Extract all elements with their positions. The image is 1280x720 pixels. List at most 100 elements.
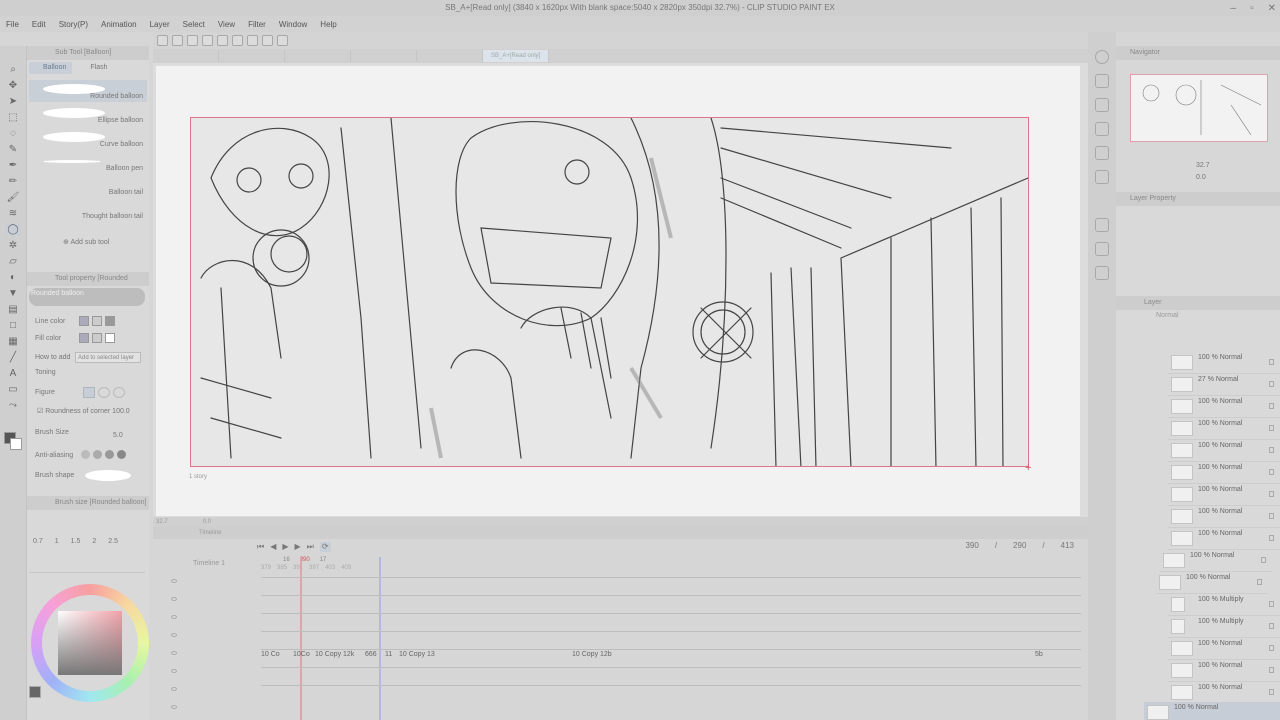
current-frame[interactable]: 390 [965, 541, 978, 550]
maximize-icon[interactable]: ▫ [1250, 3, 1254, 14]
material-icon[interactable] [1095, 98, 1109, 112]
aa-medium-icon[interactable] [105, 450, 114, 459]
save-icon[interactable] [187, 35, 198, 46]
layer-row-selected[interactable]: 100 % Normal [1144, 702, 1280, 720]
decoration-tool-icon[interactable]: ✲ [6, 240, 20, 251]
layer-row[interactable]: 100 % Normal [1168, 528, 1280, 550]
balloon2-tool-icon[interactable]: ▭ [6, 384, 20, 395]
lock-icon[interactable] [1269, 535, 1274, 541]
material-icon[interactable] [1095, 218, 1109, 232]
color-wheel[interactable] [31, 584, 149, 702]
layer-row[interactable]: 27 % Normal [1168, 374, 1280, 396]
transform-icon[interactable] [247, 35, 258, 46]
subtool-balloon-tail[interactable]: Balloon tail [29, 176, 147, 198]
subtool-ellipse-balloon[interactable]: Ellipse balloon [29, 104, 147, 126]
loop-icon[interactable]: ⟳ [319, 542, 331, 552]
selection-tool-icon[interactable]: ⬚ [6, 112, 20, 123]
line-color-sub-swatch[interactable] [92, 316, 102, 326]
navigator-preview[interactable] [1130, 74, 1268, 142]
lock-icon[interactable] [1269, 645, 1274, 651]
menu-help[interactable]: Help [320, 20, 336, 29]
menu-window[interactable]: Window [279, 20, 307, 29]
operation-tool-icon[interactable]: ➤ [6, 96, 20, 107]
how-to-add-select[interactable]: Add to selected layer [75, 352, 141, 363]
menu-edit[interactable]: Edit [32, 20, 46, 29]
lock-icon[interactable] [1257, 579, 1262, 585]
timeline-ruler[interactable]: 379 385 391 397 403 409 16 390 17 [261, 557, 1081, 575]
storyboard-sketch[interactable] [190, 117, 1029, 469]
canvas-tab[interactable] [219, 50, 285, 62]
canvas-angle[interactable]: 0.0 [203, 519, 211, 525]
figure-rectangle-icon[interactable] [83, 387, 95, 398]
line-color-main-swatch[interactable] [79, 316, 89, 326]
balloon-tool-icon[interactable]: ◯ [6, 224, 20, 235]
playhead[interactable] [300, 557, 302, 720]
frame-tool-icon[interactable]: ▦ [6, 336, 20, 347]
lock-icon[interactable] [1269, 623, 1274, 629]
material-icon[interactable] [1095, 242, 1109, 256]
brush-size-preset[interactable]: 2.5 [108, 538, 118, 545]
lock-icon[interactable] [1269, 359, 1274, 365]
fill-color-sub-swatch[interactable] [92, 333, 102, 343]
layer-folder-row[interactable]: 100 % Normal [1156, 572, 1268, 594]
close-icon[interactable]: ✕ [1268, 3, 1276, 14]
lock-icon[interactable] [1269, 447, 1274, 453]
end-marker[interactable] [379, 557, 381, 720]
material-icon[interactable] [1095, 266, 1109, 280]
menu-layer[interactable]: Layer [150, 20, 170, 29]
go-end-icon[interactable]: ⏭ [307, 542, 314, 552]
pen-tool-icon[interactable]: ✒ [6, 160, 20, 171]
visibility-eye-icon[interactable] [171, 669, 177, 673]
navigator-angle-value[interactable]: 0.0 [1196, 174, 1206, 181]
text-tool-icon[interactable]: A [6, 368, 20, 379]
line-color-user-swatch[interactable] [105, 316, 115, 326]
lock-icon[interactable] [1269, 601, 1274, 607]
menu-file[interactable]: File [6, 20, 19, 29]
lock-icon[interactable] [1269, 667, 1274, 673]
undo-icon[interactable] [202, 35, 213, 46]
visibility-eye-icon[interactable] [171, 633, 177, 637]
visibility-eye-icon[interactable] [171, 687, 177, 691]
fill-color-main-swatch[interactable] [79, 333, 89, 343]
tab-balloon[interactable]: Balloon [29, 62, 73, 74]
pencil-tool-icon[interactable]: ✏ [6, 176, 20, 187]
go-start-icon[interactable]: ⏮ [257, 542, 264, 552]
new-canvas-icon[interactable] [157, 35, 168, 46]
layer-row[interactable]: 100 % Normal [1168, 352, 1280, 374]
layer-folder-row[interactable]: 100 % Multiply [1168, 594, 1280, 616]
visibility-eye-icon[interactable] [171, 597, 177, 601]
menu-story[interactable]: Story(P) [59, 20, 88, 29]
brush-size-preset[interactable]: 1 [55, 538, 59, 545]
visibility-eye-icon[interactable] [171, 579, 177, 583]
canvas-tab[interactable] [153, 50, 219, 62]
layer-row[interactable]: 100 % Normal [1168, 418, 1280, 440]
fill-color-user-swatch[interactable] [105, 333, 115, 343]
material-icon[interactable] [1095, 170, 1109, 184]
material-icon[interactable] [1095, 122, 1109, 136]
blend-tool-icon[interactable]: ◐ [6, 272, 20, 283]
lock-icon[interactable] [1269, 513, 1274, 519]
visibility-eye-icon[interactable] [171, 705, 177, 709]
roundness-row[interactable]: ☑ Roundness of corner 100.0 [37, 407, 130, 415]
saturation-value-square[interactable] [58, 611, 122, 675]
figure-circle-icon[interactable] [113, 387, 125, 398]
sub-color-swatch[interactable] [10, 438, 22, 450]
layer-folder-row[interactable]: 100 % Multiply [1168, 616, 1280, 638]
tab-flash[interactable]: Flash [76, 62, 113, 74]
eyedropper-tool-icon[interactable]: ✎ [6, 144, 20, 155]
navigator-zoom-value[interactable]: 32.7 [1196, 162, 1210, 169]
brush-size-preset[interactable]: 1.5 [71, 538, 81, 545]
gradient-tool-icon[interactable]: ▤ [6, 304, 20, 315]
lock-icon[interactable] [1269, 403, 1274, 409]
material-icon[interactable] [1095, 74, 1109, 88]
end-frame[interactable]: 290 [1013, 541, 1026, 550]
lasso-tool-icon[interactable]: ◌ [6, 128, 20, 139]
clip-row[interactable]: 10 Co 10Co 10 Copy 12k 666 11 10 Copy 13… [261, 649, 1081, 663]
zoom-tool-icon[interactable]: ⌕ [6, 64, 20, 75]
material-icon[interactable] [1095, 146, 1109, 160]
figure-tool-icon[interactable]: □ [6, 320, 20, 331]
lock-icon[interactable] [1269, 469, 1274, 475]
canvas-tab-active[interactable]: SB_A+[Read only] [483, 50, 549, 62]
correct-line-tool-icon[interactable]: ⤳ [6, 400, 20, 411]
brush-size-value[interactable]: 5.0 [113, 432, 123, 439]
